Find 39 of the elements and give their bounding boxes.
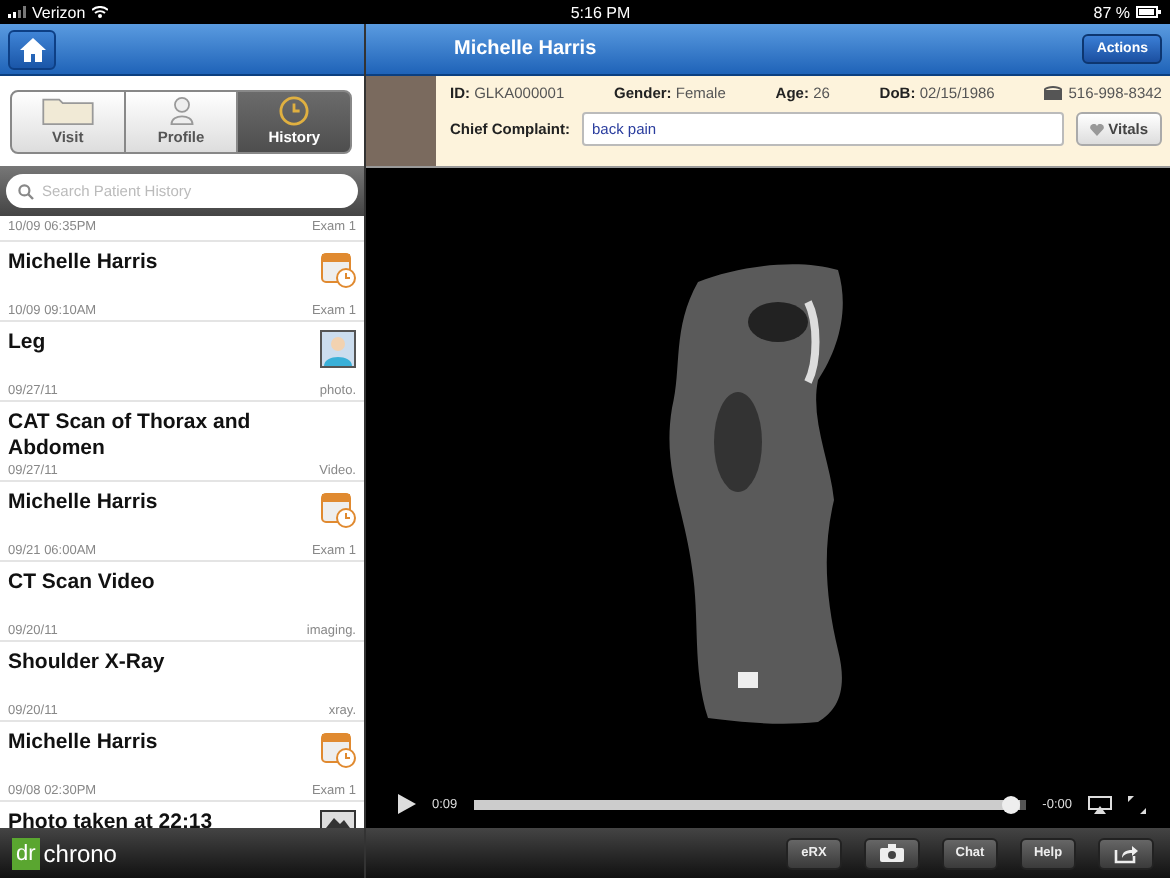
- clock-icon: [278, 96, 311, 126]
- person-icon: [167, 96, 195, 126]
- item-title: CT Scan Video: [8, 570, 155, 596]
- patient-name-title: Michelle Harris: [452, 38, 599, 60]
- battery-icon: [1136, 6, 1162, 18]
- signal-icon: [8, 6, 26, 18]
- calendar-clock-icon: [320, 490, 356, 528]
- scrubber-thumb[interactable]: [1002, 795, 1021, 813]
- play-icon[interactable]: [398, 794, 416, 814]
- item-title: Leg: [8, 330, 46, 356]
- camera-icon: [880, 844, 904, 862]
- item-title: Shoulder X-Ray: [8, 650, 165, 676]
- screen-output-icon[interactable]: [1088, 795, 1112, 813]
- fullscreen-icon[interactable]: [1128, 795, 1146, 813]
- carrier-name: Verizon: [32, 3, 86, 21]
- wifi-icon: [91, 6, 108, 18]
- share-button[interactable]: [1098, 837, 1154, 869]
- battery-percent: 87 %: [1093, 3, 1130, 21]
- image-icon: [320, 810, 356, 828]
- logo-text: chrono: [43, 839, 117, 867]
- share-icon: [1114, 843, 1138, 863]
- home-icon: [19, 37, 45, 61]
- folder-icon: [37, 96, 98, 126]
- item-title: Photo taken at 22:13: [8, 810, 213, 828]
- item-title: CAT Scan of Thorax and Abdomen: [8, 410, 253, 462]
- phone-icon: [1044, 86, 1063, 100]
- home-button[interactable]: [8, 29, 56, 69]
- item-title: Michelle Harris: [8, 250, 158, 276]
- heart-icon: [1090, 123, 1105, 135]
- calendar-clock-icon: [320, 730, 356, 768]
- clock-time: 5:16 PM: [570, 3, 631, 21]
- search-icon: [18, 183, 34, 199]
- item-title: Michelle Harris: [8, 490, 158, 516]
- item-title: Michelle Harris: [8, 730, 158, 756]
- camera-button[interactable]: [864, 837, 920, 869]
- calendar-clock-icon: [320, 250, 356, 288]
- person-photo-icon: [320, 330, 356, 368]
- logo-mark: dr: [12, 837, 40, 869]
- photo-placeholder: [366, 76, 436, 166]
